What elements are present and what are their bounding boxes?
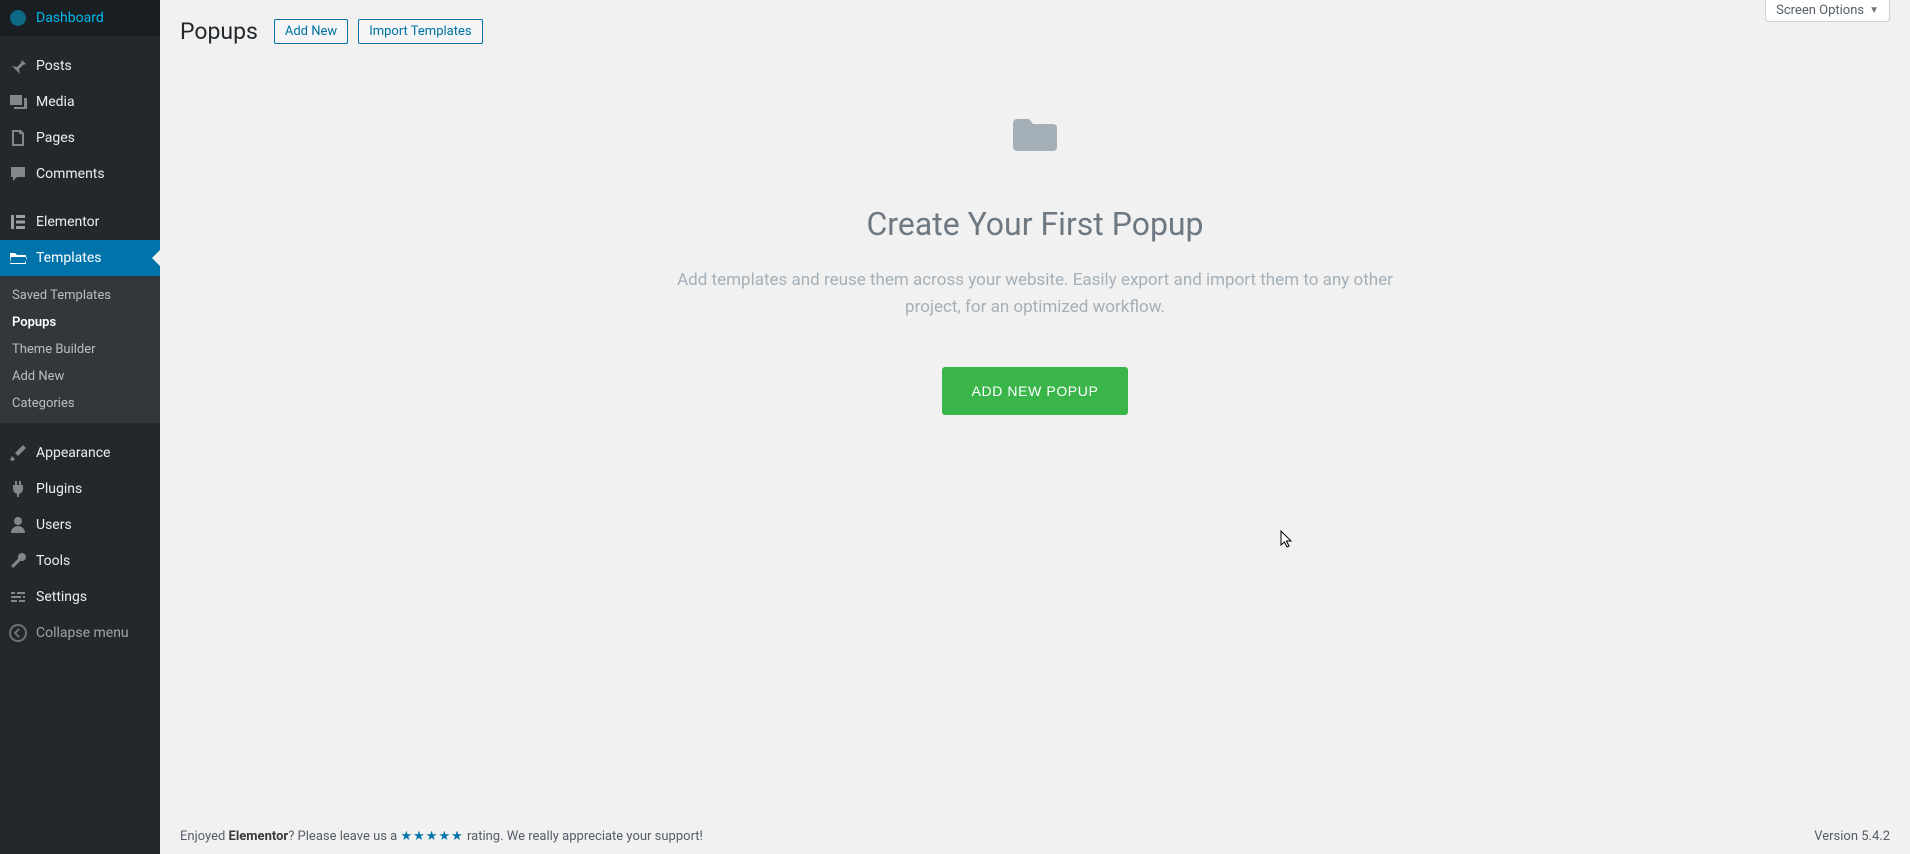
sidebar-item-label: Posts bbox=[36, 58, 72, 74]
collapse-icon bbox=[8, 623, 28, 643]
import-templates-button[interactable]: Import Templates bbox=[358, 19, 482, 44]
sidebar-item-tools[interactable]: Tools bbox=[0, 543, 160, 579]
sidebar-item-label: Settings bbox=[36, 589, 87, 605]
submenu-saved-templates[interactable]: Saved Templates bbox=[0, 282, 160, 309]
rating-stars-link[interactable]: ★★★★★ bbox=[400, 829, 463, 844]
sidebar-item-media[interactable]: Media bbox=[0, 84, 160, 120]
footer-message: Enjoyed Elementor? Please leave us a ★★★… bbox=[180, 829, 703, 844]
page-title: Popups bbox=[180, 18, 258, 45]
sidebar-item-users[interactable]: Users bbox=[0, 507, 160, 543]
cursor-icon bbox=[1280, 530, 1294, 550]
sidebar-item-posts[interactable]: Posts bbox=[0, 48, 160, 84]
page-footer: Enjoyed Elementor? Please leave us a ★★★… bbox=[180, 829, 1890, 844]
sidebar-item-label: Pages bbox=[36, 130, 75, 146]
empty-state: Create Your First Popup Add templates an… bbox=[675, 115, 1395, 415]
sidebar-item-templates[interactable]: Templates bbox=[0, 240, 160, 276]
wrench-icon bbox=[8, 551, 28, 571]
collapse-label: Collapse menu bbox=[36, 625, 129, 641]
screen-options-toggle[interactable]: Screen Options ▼ bbox=[1765, 0, 1890, 22]
version-label: Version 5.4.2 bbox=[1814, 829, 1890, 844]
submenu-popups[interactable]: Popups bbox=[0, 309, 160, 336]
submenu-theme-builder[interactable]: Theme Builder bbox=[0, 336, 160, 363]
sidebar-item-appearance[interactable]: Appearance bbox=[0, 435, 160, 471]
sidebar-item-label: Tools bbox=[36, 553, 70, 569]
sidebar-item-label: Dashboard bbox=[36, 10, 104, 26]
pin-icon bbox=[8, 56, 28, 76]
dashboard-icon bbox=[8, 8, 28, 28]
elementor-icon bbox=[8, 212, 28, 232]
sidebar-item-pages[interactable]: Pages bbox=[0, 120, 160, 156]
media-icon bbox=[8, 92, 28, 112]
sidebar-submenu: Saved Templates Popups Theme Builder Add… bbox=[0, 276, 160, 423]
submenu-categories[interactable]: Categories bbox=[0, 390, 160, 417]
page-header: Popups Add New Import Templates bbox=[180, 0, 1890, 45]
chevron-down-icon: ▼ bbox=[1869, 5, 1879, 16]
sidebar-item-comments[interactable]: Comments bbox=[0, 156, 160, 192]
pages-icon bbox=[8, 128, 28, 148]
sliders-icon bbox=[8, 587, 28, 607]
screen-options-label: Screen Options bbox=[1776, 3, 1864, 18]
empty-title: Create Your First Popup bbox=[675, 205, 1395, 243]
sidebar-item-dashboard[interactable]: Dashboard bbox=[0, 0, 160, 36]
add-new-button[interactable]: Add New bbox=[274, 19, 348, 44]
plug-icon bbox=[8, 479, 28, 499]
admin-sidebar: Dashboard Posts Media Pages Comments bbox=[0, 0, 160, 854]
sidebar-item-label: Media bbox=[36, 94, 75, 110]
comments-icon bbox=[8, 164, 28, 184]
empty-description: Add templates and reuse them across your… bbox=[675, 267, 1395, 321]
sidebar-item-elementor[interactable]: Elementor bbox=[0, 204, 160, 240]
folder-open-icon bbox=[8, 248, 28, 268]
add-new-popup-button[interactable]: ADD NEW POPUP bbox=[942, 367, 1129, 415]
collapse-menu[interactable]: Collapse menu bbox=[0, 615, 160, 651]
brush-icon bbox=[8, 443, 28, 463]
sidebar-item-label: Elementor bbox=[36, 214, 99, 230]
sidebar-item-label: Comments bbox=[36, 166, 105, 182]
sidebar-item-label: Appearance bbox=[36, 445, 110, 461]
sidebar-item-label: Templates bbox=[36, 250, 102, 266]
folder-icon bbox=[1011, 115, 1059, 155]
user-icon bbox=[8, 515, 28, 535]
submenu-add-new[interactable]: Add New bbox=[0, 363, 160, 390]
sidebar-item-label: Users bbox=[36, 517, 72, 533]
sidebar-item-plugins[interactable]: Plugins bbox=[0, 471, 160, 507]
main-content: Screen Options ▼ Popups Add New Import T… bbox=[160, 0, 1910, 854]
sidebar-item-label: Plugins bbox=[36, 481, 82, 497]
sidebar-item-settings[interactable]: Settings bbox=[0, 579, 160, 615]
